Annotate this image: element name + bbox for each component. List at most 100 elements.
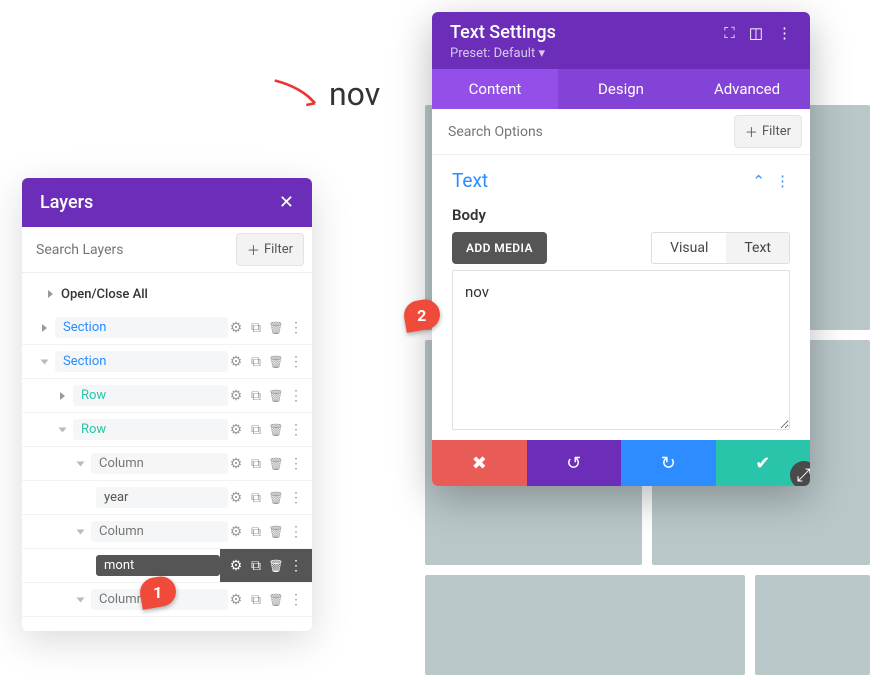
preset-label: Preset: Default [450,46,535,61]
layer-row-row[interactable]: Row [22,379,312,413]
settings-section-header[interactable]: Text ⌃ ⋮ [452,169,790,192]
more-icon[interactable] [288,354,304,370]
filter-label: Filter [762,124,791,139]
media-toolbar: ADD MEDIA Visual Text [452,232,790,264]
chevron-down-icon [77,597,85,602]
layer-actions [228,388,312,404]
body-label: Body [452,206,790,224]
settings-header: Text Settings ⛶ ◫ ⋮ Preset: Default ▾ [432,12,810,69]
plus-icon: ＋ [247,240,260,259]
chevron-down-icon: ▾ [538,46,545,61]
settings-panel: Text Settings ⛶ ◫ ⋮ Preset: Default ▾ Co… [432,12,810,486]
settings-footer: ✖ ↺ ↻ ✔ ⤢ [432,440,810,486]
settings-search-row: ＋ Filter [432,109,810,155]
trash-icon[interactable] [268,320,284,336]
duplicate-icon[interactable] [248,354,264,370]
layer-actions [228,456,312,472]
tab-content[interactable]: Content [432,69,558,109]
trash-icon[interactable] [268,354,284,370]
close-icon[interactable]: ✕ [279,192,294,213]
settings-search-input[interactable] [432,112,734,152]
more-icon[interactable]: ⋮ [777,24,792,42]
chevron-down-icon [77,461,85,466]
layers-filter-button[interactable]: ＋ Filter [236,233,304,266]
layer-row-row[interactable]: Row [22,413,312,447]
more-icon[interactable] [288,592,304,608]
gear-icon[interactable] [228,422,244,438]
trash-icon[interactable] [268,490,284,506]
more-icon[interactable] [288,422,304,438]
gear-icon[interactable] [228,354,244,370]
responsive-icon[interactable]: ⛶ [724,24,735,42]
duplicate-icon[interactable] [248,422,264,438]
duplicate-icon[interactable] [248,524,264,540]
discard-button[interactable]: ✖ [432,440,527,486]
more-icon[interactable] [288,456,304,472]
settings-filter-button[interactable]: ＋ Filter [734,115,802,148]
layer-row-module[interactable]: year [22,481,312,515]
filter-label: Filter [264,242,293,257]
gallery-image [425,575,745,675]
gear-icon[interactable] [228,388,244,404]
duplicate-icon[interactable] [248,388,264,404]
gear-icon[interactable] [228,524,244,540]
open-close-all-label: Open/Close All [61,287,148,302]
preset-dropdown[interactable]: Preset: Default ▾ [450,46,792,61]
more-icon[interactable] [288,558,304,574]
gear-icon[interactable] [228,320,244,336]
duplicate-icon[interactable] [248,558,264,574]
layer-label[interactable]: year [96,487,228,508]
layer-label[interactable]: Section [55,317,228,338]
more-icon[interactable]: ⋮ [775,172,790,190]
layer-row-column[interactable]: Column [22,447,312,481]
gear-icon[interactable] [228,490,244,506]
dock-icon[interactable]: ◫ [749,24,763,42]
layer-row-section[interactable]: Section [22,311,312,345]
trash-icon[interactable] [268,558,284,574]
layer-actions [228,490,312,506]
section-title: Text [452,169,488,192]
tab-design[interactable]: Design [558,69,684,109]
layer-actions [228,524,312,540]
redo-button[interactable]: ↻ [621,440,716,486]
gear-icon[interactable] [228,456,244,472]
tab-advanced[interactable]: Advanced [684,69,810,109]
add-media-button[interactable]: ADD MEDIA [452,232,547,264]
duplicate-icon[interactable] [248,456,264,472]
layer-label[interactable]: mont [96,555,220,576]
more-icon[interactable] [288,524,304,540]
layer-actions [220,549,312,582]
undo-button[interactable]: ↺ [527,440,622,486]
more-icon[interactable] [288,388,304,404]
layer-row-column[interactable]: Column [22,515,312,549]
layer-label[interactable]: Column [91,521,228,542]
duplicate-icon[interactable] [248,320,264,336]
editor-tab-text[interactable]: Text [726,233,789,263]
duplicate-icon[interactable] [248,592,264,608]
layer-label[interactable]: Section [55,351,228,372]
open-close-all[interactable]: Open/Close All [22,277,312,311]
layer-label[interactable]: Column [91,453,228,474]
gallery-image [755,575,870,675]
more-icon[interactable] [288,320,304,336]
trash-icon[interactable] [268,422,284,438]
trash-icon[interactable] [268,524,284,540]
collapse-icon[interactable]: ⌃ [752,172,765,190]
trash-icon[interactable] [268,388,284,404]
expand-handle-icon[interactable]: ⤢ [790,461,810,486]
trash-icon[interactable] [268,592,284,608]
layer-row-section[interactable]: Section [22,345,312,379]
layer-label[interactable]: Row [73,419,228,440]
editor-tab-visual[interactable]: Visual [652,233,726,263]
gear-icon[interactable] [228,592,244,608]
layers-search-input[interactable] [22,230,236,270]
layer-label[interactable]: Row [73,385,228,406]
chevron-right-icon [60,392,65,400]
trash-icon[interactable] [268,456,284,472]
duplicate-icon[interactable] [248,490,264,506]
settings-title: Text Settings [450,22,556,43]
chevron-down-icon [41,359,49,364]
gear-icon[interactable] [228,558,244,574]
more-icon[interactable] [288,490,304,506]
text-editor[interactable]: nov [452,270,790,430]
